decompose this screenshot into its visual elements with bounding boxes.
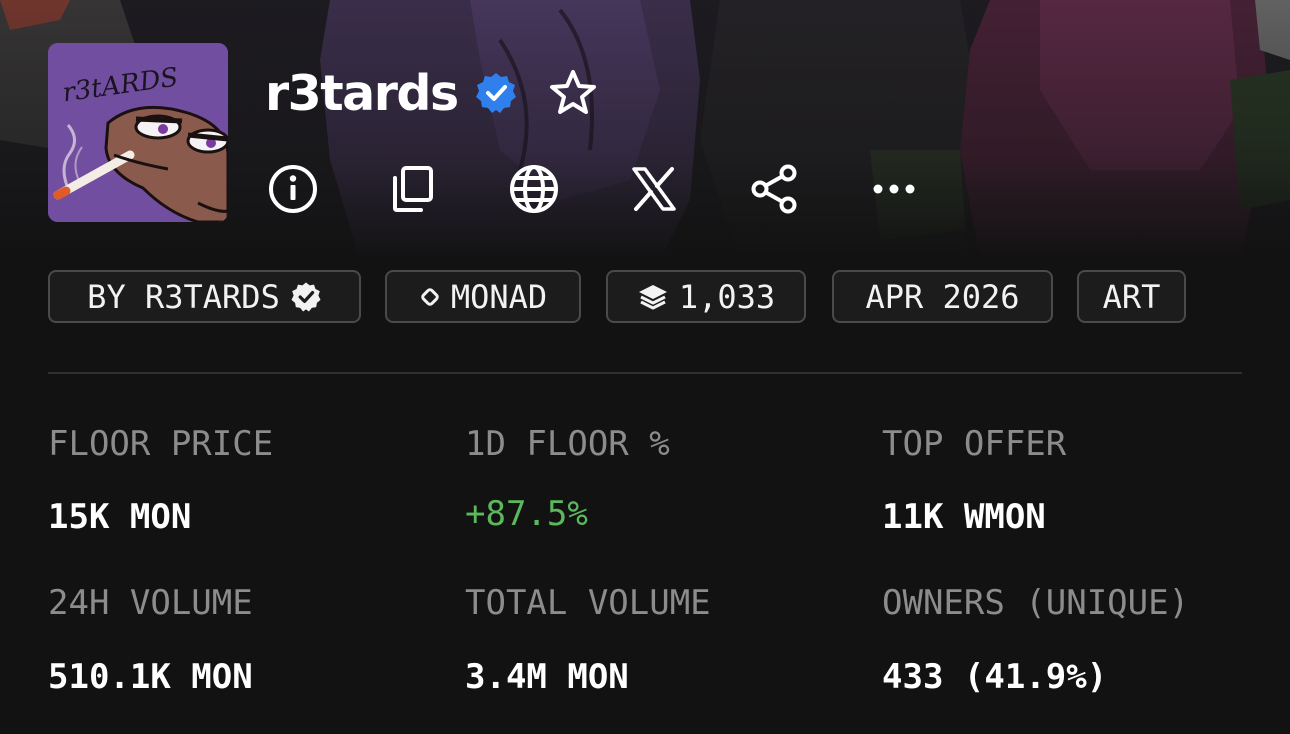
- tag-chain[interactable]: MONAD: [385, 270, 581, 323]
- share-icon[interactable]: [746, 162, 802, 216]
- stat-value-1d-floor-change: +87.5%: [465, 494, 588, 534]
- collection-title-row: r3tards: [265, 58, 598, 128]
- tag-creator-label: BY R3TARDS: [87, 277, 280, 316]
- stat-value-total-volume: 3.4M MON: [465, 657, 629, 697]
- collection-name: r3tards: [265, 64, 459, 122]
- collection-avatar[interactable]: r3tARDS: [48, 43, 228, 222]
- stat-label-24h-volume: 24H VOLUME: [48, 583, 253, 623]
- stat-value-floor-price: 15K MON: [48, 497, 192, 537]
- stat-label-1d-floor-change: 1D FLOOR %: [465, 424, 670, 464]
- stat-value-top-offer: 11K WMON: [882, 497, 1046, 537]
- tag-created-date[interactable]: APR 2026: [832, 270, 1053, 323]
- verified-badge-icon: [474, 71, 518, 115]
- tag-item-count-label: 1,033: [678, 277, 776, 316]
- stat-value-24h-volume: 510.1K MON: [48, 657, 253, 697]
- stat-label-top-offer: TOP OFFER: [882, 424, 1067, 464]
- tag-category-label: ART: [1102, 277, 1161, 316]
- pepe-avatar-image: r3tARDS: [48, 43, 228, 222]
- tag-category[interactable]: ART: [1077, 270, 1186, 323]
- tag-chain-label: MONAD: [450, 277, 548, 316]
- chain-icon: [419, 286, 441, 308]
- section-divider: [48, 372, 1242, 374]
- more-icon[interactable]: [866, 162, 922, 216]
- copy-icon[interactable]: [385, 162, 441, 216]
- tag-item-count[interactable]: 1,033: [606, 270, 806, 323]
- verified-badge-icon: [290, 281, 322, 313]
- globe-icon[interactable]: [506, 162, 562, 216]
- stat-value-unique-owners: 433 (41.9%): [882, 657, 1108, 697]
- info-icon[interactable]: [265, 162, 321, 216]
- stat-label-unique-owners: OWNERS (UNIQUE): [882, 583, 1190, 623]
- stat-label-floor-price: FLOOR PRICE: [48, 424, 274, 464]
- tag-created-date-label: APR 2026: [865, 277, 1020, 316]
- tag-creator[interactable]: BY R3TARDS: [48, 270, 361, 323]
- x-logo-icon[interactable]: [626, 162, 682, 216]
- favorite-star-icon[interactable]: [548, 68, 598, 118]
- stat-label-total-volume: TOTAL VOLUME: [465, 583, 711, 623]
- layers-icon: [637, 282, 669, 312]
